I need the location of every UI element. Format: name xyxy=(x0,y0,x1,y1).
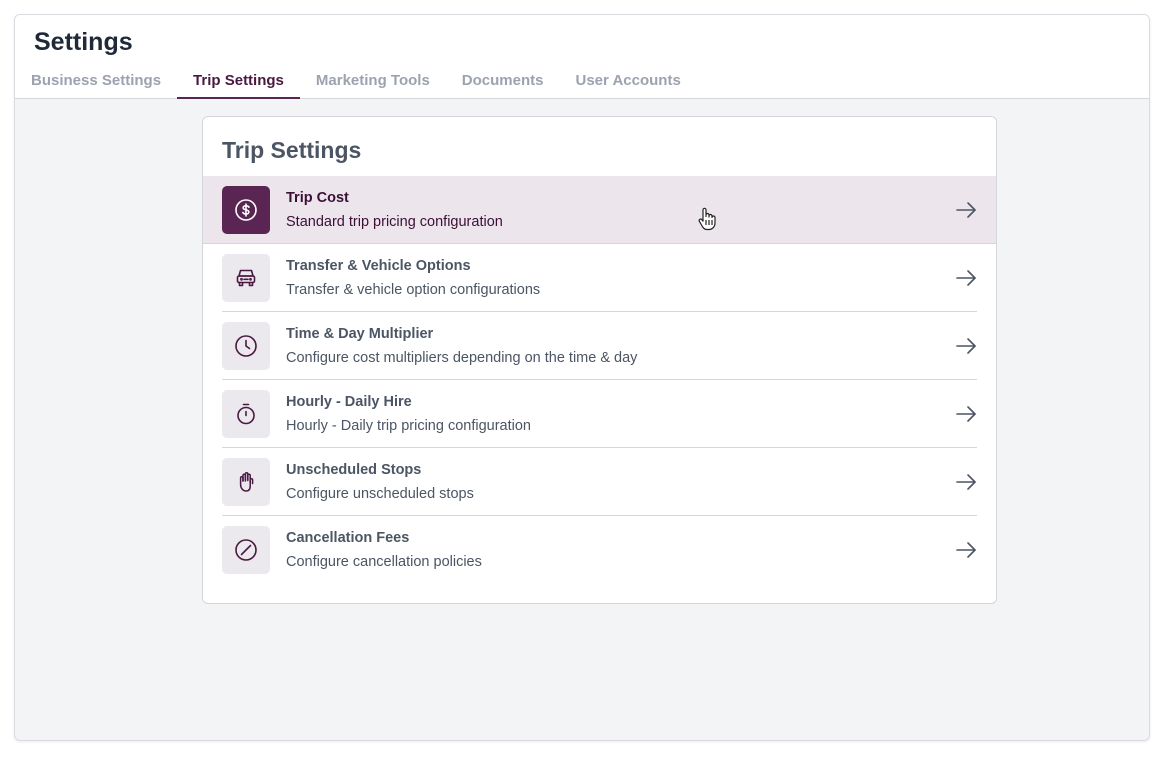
list-item-cancellation-fees[interactable]: Cancellation Fees Configure cancellation… xyxy=(222,516,977,584)
stopwatch-icon xyxy=(222,390,270,438)
list-item-unscheduled-stops[interactable]: Unscheduled Stops Configure unscheduled … xyxy=(222,448,977,516)
list-item-hourly-daily-hire[interactable]: Hourly - Daily Hire Hourly - Daily trip … xyxy=(222,380,977,448)
list-item-description: Configure unscheduled stops xyxy=(286,486,474,502)
list-item-title: Hourly - Daily Hire xyxy=(286,394,412,410)
list-item-title: Trip Cost xyxy=(286,190,349,206)
list-item-title: Unscheduled Stops xyxy=(286,462,422,478)
list-item-time-day-multiplier[interactable]: Time & Day Multiplier Configure cost mul… xyxy=(222,312,977,380)
ban-icon xyxy=(222,526,270,574)
list-item-title: Transfer & Vehicle Options xyxy=(286,258,471,274)
arrow-right-icon xyxy=(955,200,977,220)
arrow-right-icon xyxy=(955,540,977,560)
tab-user-accounts[interactable]: User Accounts xyxy=(559,63,696,99)
list-item-title: Time & Day Multiplier xyxy=(286,326,434,342)
arrow-right-icon xyxy=(955,268,977,288)
dollar-circle-icon xyxy=(222,186,270,234)
hand-icon xyxy=(222,458,270,506)
card-title: Trip Settings xyxy=(222,137,362,163)
settings-tabs: Business Settings Trip Settings Marketin… xyxy=(15,63,697,99)
list-item-trip-cost[interactable]: Trip Cost Standard trip pricing configur… xyxy=(203,176,996,244)
tab-marketing-tools[interactable]: Marketing Tools xyxy=(300,63,446,99)
page-title: Settings xyxy=(34,28,133,56)
tab-business-settings[interactable]: Business Settings xyxy=(15,63,177,99)
car-icon xyxy=(222,254,270,302)
trip-settings-card: Trip Settings Trip Cost Standard trip pr… xyxy=(202,116,997,604)
arrow-right-icon xyxy=(955,472,977,492)
tab-trip-settings[interactable]: Trip Settings xyxy=(177,63,300,99)
list-item-description: Hourly - Daily trip pricing configuratio… xyxy=(286,418,531,434)
tab-documents[interactable]: Documents xyxy=(446,63,560,99)
list-item-description: Standard trip pricing configuration xyxy=(286,214,503,230)
settings-header: Settings Business Settings Trip Settings… xyxy=(15,15,1149,99)
list-item-transfer-vehicle-options[interactable]: Transfer & Vehicle Options Transfer & ve… xyxy=(222,244,977,312)
list-item-title: Cancellation Fees xyxy=(286,530,410,546)
pointer-hand-cursor-icon xyxy=(697,207,719,231)
trip-settings-list: Trip Cost Standard trip pricing configur… xyxy=(203,176,996,584)
settings-window: Settings Business Settings Trip Settings… xyxy=(14,14,1150,741)
clock-icon xyxy=(222,322,270,370)
list-item-description: Configure cost multipliers depending on … xyxy=(286,350,638,366)
arrow-right-icon xyxy=(955,404,977,424)
list-item-description: Transfer & vehicle option configurations xyxy=(286,282,541,298)
arrow-right-icon xyxy=(955,336,977,356)
list-item-description: Configure cancellation policies xyxy=(286,554,482,570)
